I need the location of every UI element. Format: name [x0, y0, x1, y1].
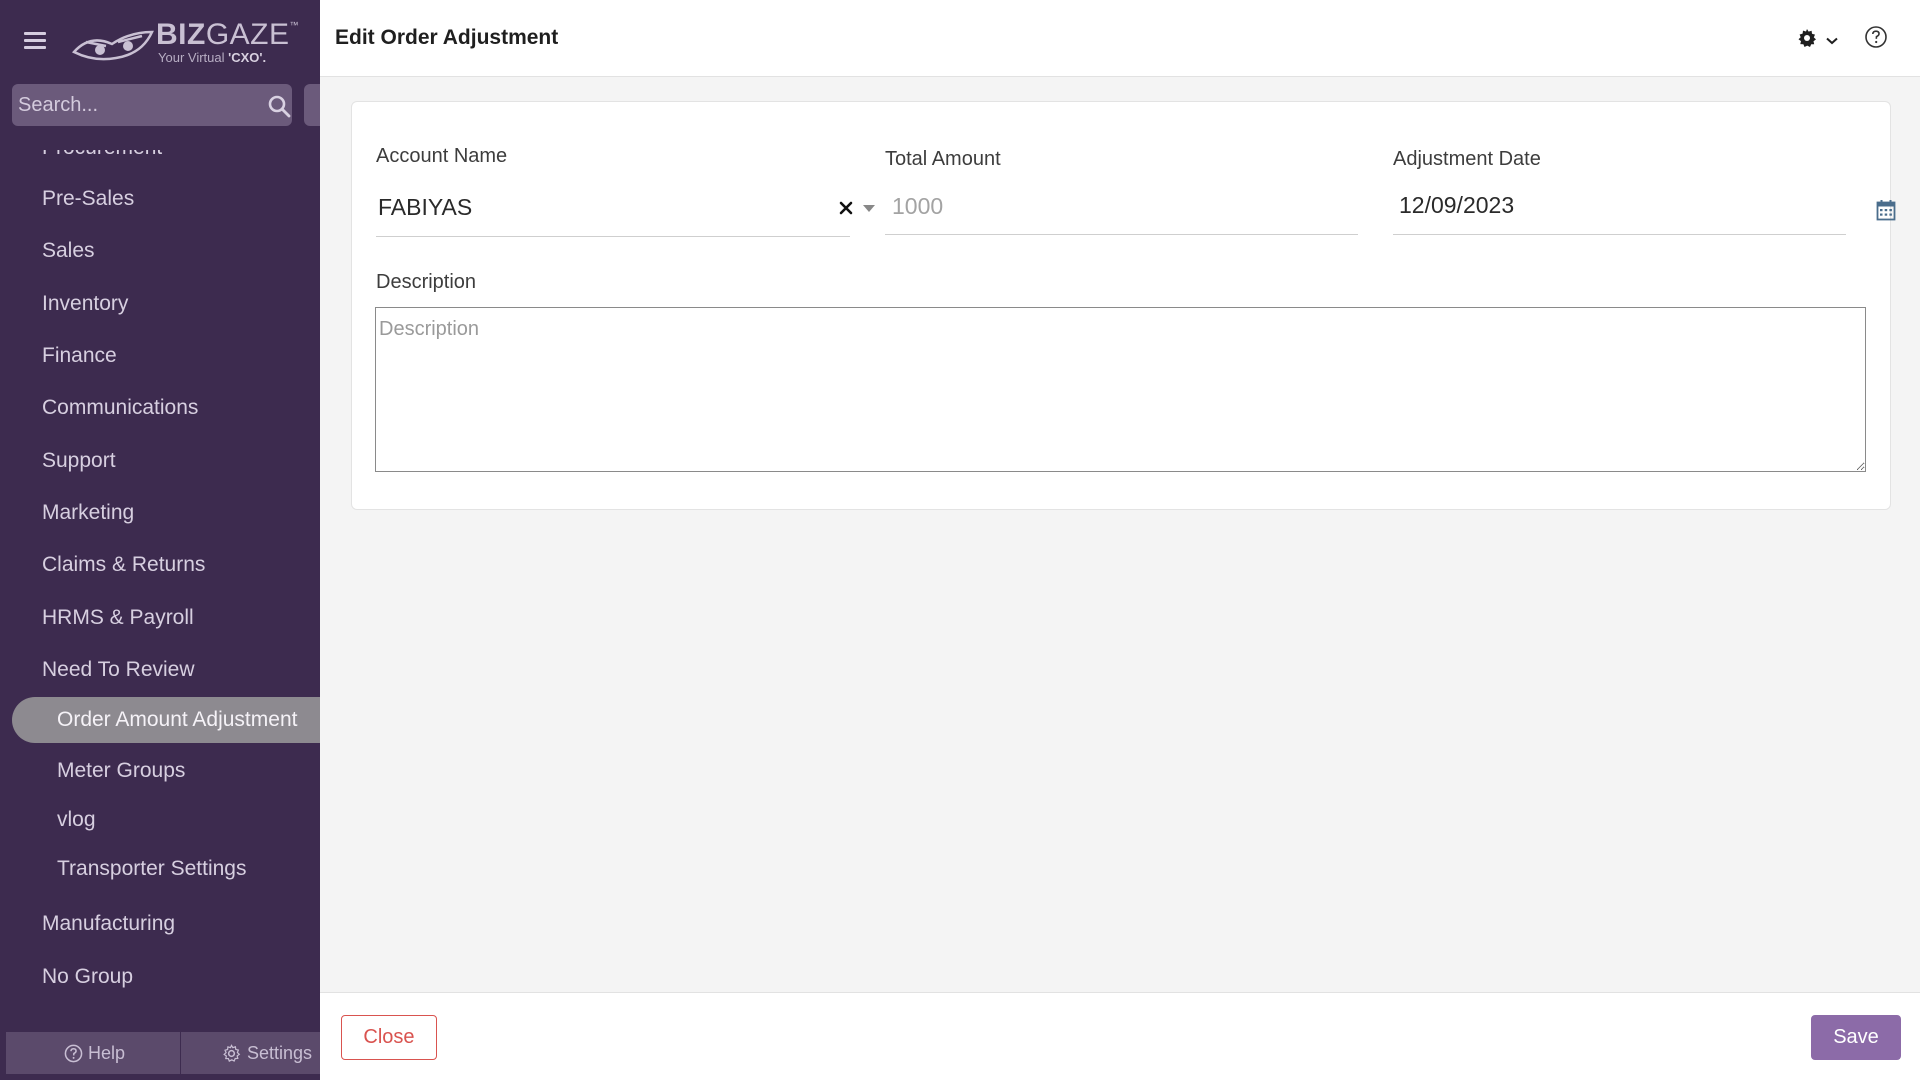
description-label: Description — [376, 271, 477, 293]
adjustment-date-underline — [1393, 234, 1846, 235]
sidebar-item-no-group[interactable]: No Group — [42, 965, 133, 989]
main-panel: Edit Order Adjustment Account Name FABIY… — [320, 0, 1920, 1080]
sidebar-item-pre-sales[interactable]: Pre-Sales — [42, 187, 134, 211]
logo-eyes-icon — [72, 30, 154, 61]
settings-button[interactable]: Settings — [222, 1032, 312, 1074]
menu-icon[interactable] — [24, 32, 46, 50]
logo[interactable]: BIZGAZE™ Your Virtual 'CXO'. — [72, 18, 299, 68]
close-icon[interactable] — [838, 200, 854, 216]
gear-icon — [223, 1043, 241, 1062]
settings-dropdown-button[interactable] — [1797, 26, 1845, 50]
sidebar-item-procurement[interactable]: Procurement — [42, 150, 162, 160]
help-circle-icon[interactable] — [1863, 24, 1889, 50]
sidebar-item-need-to-review[interactable]: Need To Review — [42, 658, 195, 682]
chevron-down-icon — [1826, 37, 1838, 45]
footer-bar: Close Save — [320, 992, 1920, 1080]
adjustment-date-label: Adjustment Date — [1393, 148, 1541, 170]
total-amount-input[interactable]: 1000 — [892, 193, 943, 220]
save-button[interactable]: Save — [1811, 1015, 1901, 1060]
sidebar-item-manufacturing[interactable]: Manufacturing — [42, 912, 175, 936]
sidebar-item-sales[interactable]: Sales — [42, 239, 95, 263]
sidebar-item-vlog[interactable]: vlog — [57, 808, 96, 832]
gear-icon — [1798, 29, 1816, 47]
close-button[interactable]: Close — [341, 1015, 437, 1060]
sidebar-item-hrms-payroll[interactable]: HRMS & Payroll — [42, 606, 194, 630]
sidebar-item-inventory[interactable]: Inventory — [42, 292, 128, 316]
sidebar: BIZGAZE™ Your Virtual 'CXO'. Procurement… — [0, 0, 320, 1080]
logo-tagline: Your Virtual 'CXO'. — [158, 50, 267, 65]
calendar-icon[interactable] — [1876, 199, 1896, 221]
account-name-label: Account Name — [376, 145, 508, 167]
search-filter-button[interactable] — [304, 84, 320, 126]
logo-name: BIZGAZE™ — [156, 18, 300, 51]
page-title: Edit Order Adjustment — [335, 26, 559, 49]
sidebar-item-order-amount-adjustment[interactable]: Order Amount Adjustment — [12, 697, 320, 743]
sidebar-item-finance[interactable]: Finance — [42, 344, 117, 368]
sidebar-item-meter-groups[interactable]: Meter Groups — [57, 759, 185, 783]
sidebar-item-support[interactable]: Support — [42, 449, 116, 473]
order-adjustment-form: Account Name FABIYAS Total Amount 1000 A… — [351, 101, 1896, 510]
header: Edit Order Adjustment — [320, 0, 1920, 77]
adjustment-date-input[interactable]: 12/09/2023 — [1399, 192, 1514, 219]
help-circle-icon — [64, 1044, 83, 1062]
search-icon[interactable] — [267, 94, 291, 118]
sidebar-item-marketing[interactable]: Marketing — [42, 501, 134, 525]
caret-down-icon[interactable] — [862, 202, 876, 214]
sidebar-item-claims-returns[interactable]: Claims & Returns — [42, 553, 205, 577]
sidebar-item-transporter-settings[interactable]: Transporter Settings — [57, 857, 246, 881]
sidebar-item-label: Order Amount Adjustment — [57, 708, 298, 731]
sidebar-footer: Help Settings — [6, 1032, 320, 1074]
help-button[interactable]: Help — [64, 1032, 125, 1074]
sidebar-item-communications[interactable]: Communications — [42, 396, 198, 420]
sidebar-search — [12, 84, 292, 126]
search-input[interactable] — [18, 88, 248, 122]
account-name-underline — [376, 236, 850, 237]
account-name-select[interactable]: FABIYAS — [378, 194, 472, 221]
description-textarea[interactable] — [375, 307, 1866, 472]
total-amount-label: Total Amount — [885, 148, 1001, 170]
footer-divider — [180, 1032, 181, 1074]
total-amount-underline — [885, 234, 1358, 235]
